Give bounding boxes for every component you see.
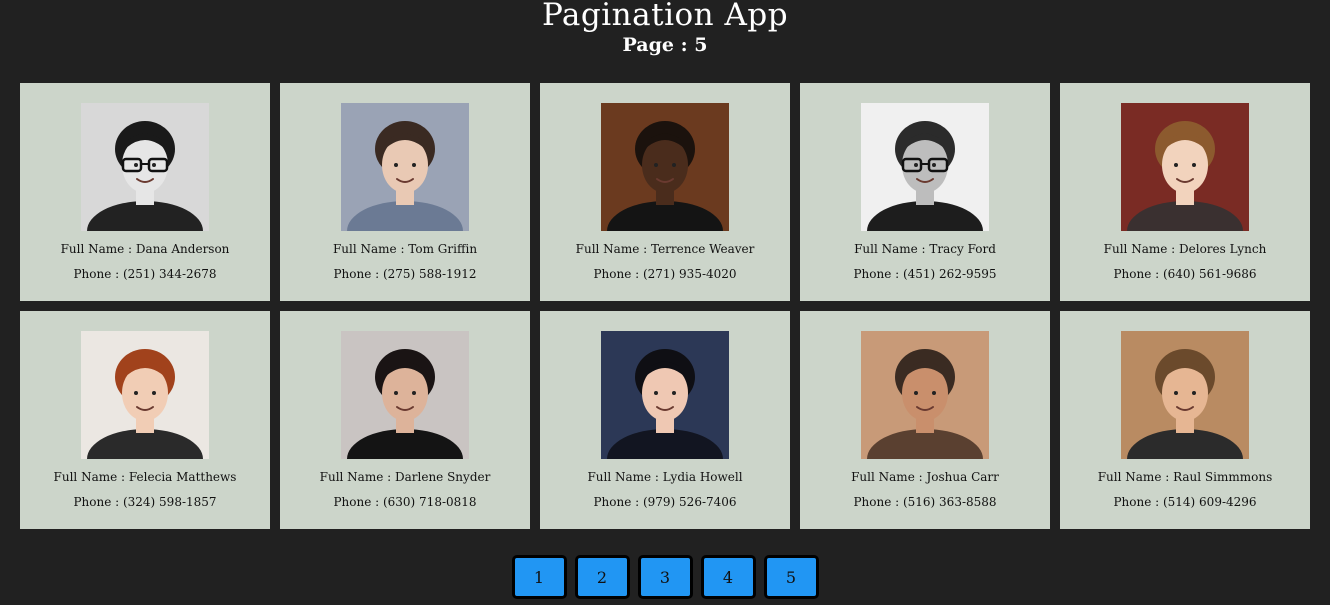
user-full-name: Full Name : Delores Lynch [1103, 242, 1267, 256]
user-phone: Phone : (516) 363-8588 [853, 495, 997, 509]
user-avatar [601, 331, 729, 459]
user-avatar [1121, 331, 1249, 459]
page-button-5[interactable]: 5 [763, 555, 819, 599]
user-card: Full Name : Raul Simmmons Phone : (514) 6… [1060, 311, 1310, 529]
user-card: Full Name : Terrence Weaver Phone : (271)… [540, 83, 790, 301]
current-page-label: Page : 5 [622, 34, 708, 56]
user-phone: Phone : (271) 935-4020 [593, 267, 737, 281]
page-button-4[interactable]: 4 [700, 555, 756, 599]
user-phone: Phone : (251) 344-2678 [73, 267, 217, 281]
user-full-name: Full Name : Darlene Snyder [319, 470, 491, 484]
user-card: Full Name : Tracy Ford Phone : (451) 262-… [800, 83, 1050, 301]
page-button-3[interactable]: 3 [637, 555, 693, 599]
user-card-grid: Full Name : Dana Anderson Phone : (251) 3… [20, 83, 1310, 529]
user-card: Full Name : Joshua Carr Phone : (516) 363… [800, 311, 1050, 529]
user-avatar [341, 331, 469, 459]
user-card: Full Name : Dana Anderson Phone : (251) 3… [20, 83, 270, 301]
user-card: Full Name : Tom Griffin Phone : (275) 588… [280, 83, 530, 301]
user-phone: Phone : (630) 718-0818 [333, 495, 477, 509]
user-avatar [81, 103, 209, 231]
user-avatar [601, 103, 729, 231]
user-full-name: Full Name : Felecia Matthews [53, 470, 237, 484]
user-phone: Phone : (451) 262-9595 [853, 267, 997, 281]
user-avatar [1121, 103, 1249, 231]
user-avatar [81, 331, 209, 459]
user-phone: Phone : (324) 598-1857 [73, 495, 217, 509]
user-avatar [861, 331, 989, 459]
user-phone: Phone : (640) 561-9686 [1113, 267, 1257, 281]
page-title: Pagination App [541, 0, 789, 33]
user-card: Full Name : Darlene Snyder Phone : (630) … [280, 311, 530, 529]
page-button-1[interactable]: 1 [511, 555, 567, 599]
user-full-name: Full Name : Terrence Weaver [575, 242, 755, 256]
pagination-bar: 12345 [0, 555, 1330, 599]
user-avatar [341, 103, 469, 231]
user-card: Full Name : Lydia Howell Phone : (979) 52… [540, 311, 790, 529]
user-full-name: Full Name : Joshua Carr [851, 470, 999, 484]
user-full-name: Full Name : Dana Anderson [60, 242, 230, 256]
app-header: Pagination App Page : 5 [0, 0, 1330, 56]
user-avatar [861, 103, 989, 231]
user-phone: Phone : (275) 588-1912 [333, 267, 477, 281]
user-full-name: Full Name : Tracy Ford [854, 242, 996, 256]
user-card: Full Name : Felecia Matthews Phone : (324… [20, 311, 270, 529]
page-button-2[interactable]: 2 [574, 555, 630, 599]
user-phone: Phone : (514) 609-4296 [1113, 495, 1257, 509]
user-card: Full Name : Delores Lynch Phone : (640) 5… [1060, 83, 1310, 301]
user-full-name: Full Name : Raul Simmmons [1097, 470, 1273, 484]
user-phone: Phone : (979) 526-7406 [593, 495, 737, 509]
user-full-name: Full Name : Tom Griffin [332, 242, 478, 256]
user-full-name: Full Name : Lydia Howell [587, 470, 743, 484]
